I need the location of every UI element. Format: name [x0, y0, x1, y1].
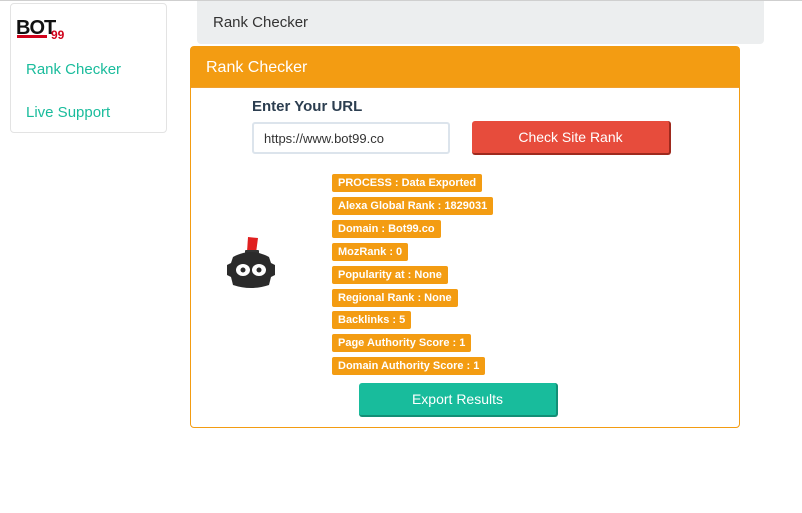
result-badge: Alexa Global Rank : 1829031 — [332, 197, 494, 215]
bot99-logo[interactable]: BOT 99 — [15, 13, 75, 41]
result-badge: MozRank : 0 — [332, 243, 409, 261]
result-badge: Page Authority Score : 1 — [332, 334, 472, 352]
panel-title: Rank Checker — [206, 59, 308, 76]
panel-heading: Rank Checker — [191, 47, 739, 88]
result-badge: PROCESS : Data Exported — [332, 174, 483, 192]
sidebar-item-rank-checker[interactable]: Rank Checker — [26, 61, 121, 78]
url-label: Enter Your URL — [252, 98, 363, 115]
breadcrumb: Rank Checker — [197, 1, 764, 44]
result-badge: Popularity at : None — [332, 266, 448, 284]
sidebar-item-live-support[interactable]: Live Support — [26, 104, 110, 121]
rank-checker-panel: Rank Checker Enter Your URL Check Site R… — [190, 46, 740, 428]
sidebar: BOT 99 Rank Checker Live Support — [10, 3, 167, 133]
result-badge: Domain Authority Score : 1 — [332, 357, 486, 375]
result-badge: Backlinks : 5 — [332, 311, 412, 329]
result-badge: Domain : Bot99.co — [332, 220, 441, 238]
svg-text:99: 99 — [51, 28, 65, 41]
breadcrumb-title: Rank Checker — [213, 14, 309, 31]
export-results-button[interactable]: Export Results — [359, 383, 558, 417]
robot-icon — [227, 237, 275, 288]
check-site-rank-button[interactable]: Check Site Rank — [472, 121, 671, 155]
result-badge: Regional Rank : None — [332, 289, 458, 307]
url-input[interactable] — [252, 122, 450, 154]
